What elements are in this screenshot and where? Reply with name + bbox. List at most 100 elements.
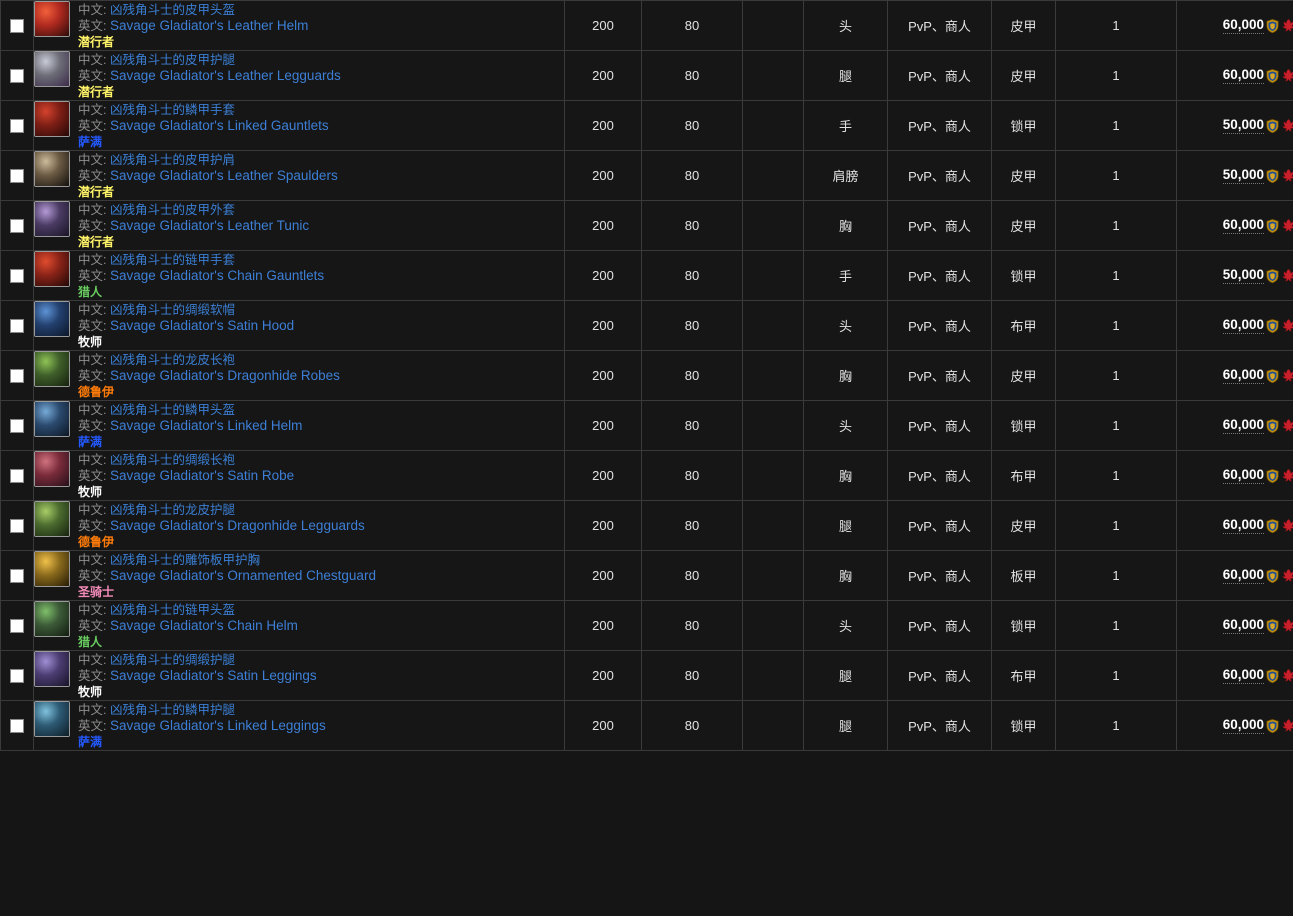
row-select-cell[interactable] bbox=[0, 0, 34, 51]
cost-amount[interactable]: 60,000 bbox=[1222, 717, 1264, 734]
cost-amount[interactable]: 60,000 bbox=[1222, 417, 1264, 434]
item-name-cn-link[interactable]: 凶残角斗士的龙皮护腿 bbox=[110, 503, 235, 517]
row-checkbox[interactable] bbox=[10, 19, 24, 34]
item-name-en-link[interactable]: Savage Gladiator's Satin Robe bbox=[110, 468, 294, 483]
required-level-cell: 80 bbox=[641, 250, 743, 301]
item-icon[interactable] bbox=[34, 501, 70, 537]
cost-amount[interactable]: 60,000 bbox=[1222, 367, 1264, 384]
item-name-cn-link[interactable]: 凶残角斗士的雕饰板甲护胸 bbox=[110, 553, 260, 567]
item-name-en-link[interactable]: Savage Gladiator's Dragonhide Legguards bbox=[110, 518, 365, 533]
row-checkbox[interactable] bbox=[10, 569, 24, 584]
row-select-cell[interactable] bbox=[0, 500, 34, 551]
item-name-en-link[interactable]: Savage Gladiator's Dragonhide Robes bbox=[110, 368, 340, 383]
alliance-shield-icon bbox=[1266, 318, 1279, 333]
item-icon[interactable] bbox=[34, 551, 70, 587]
row-checkbox[interactable] bbox=[10, 219, 24, 234]
item-name-cn-link[interactable]: 凶残角斗士的皮甲护肩 bbox=[110, 153, 235, 167]
row-select-cell[interactable] bbox=[0, 700, 34, 751]
item-icon[interactable] bbox=[34, 101, 70, 137]
item-name-cn-link[interactable]: 凶残角斗士的链甲头盔 bbox=[110, 603, 235, 617]
cost-amount[interactable]: 60,000 bbox=[1222, 217, 1264, 234]
item-icon[interactable] bbox=[34, 201, 70, 237]
item-name-cn-link[interactable]: 凶残角斗士的皮甲外套 bbox=[110, 203, 235, 217]
row-select-cell[interactable] bbox=[0, 550, 34, 601]
table-row: 中文: 凶残角斗士的雕饰板甲护胸 英文: Savage Gladiator's O… bbox=[0, 550, 1293, 601]
item-name-cn-link[interactable]: 凶残角斗士的鳞甲护腿 bbox=[110, 703, 235, 717]
item-name-en-link[interactable]: Savage Gladiator's Satin Leggings bbox=[110, 668, 317, 683]
item-name-cn-link[interactable]: 凶残角斗士的鳞甲手套 bbox=[110, 103, 235, 117]
item-name-cn-link[interactable]: 凶残角斗士的皮甲护腿 bbox=[110, 53, 235, 67]
row-select-cell[interactable] bbox=[0, 650, 34, 701]
item-icon[interactable] bbox=[34, 601, 70, 637]
item-name-en-link[interactable]: Savage Gladiator's Ornamented Chestguard bbox=[110, 568, 376, 583]
row-checkbox[interactable] bbox=[10, 319, 24, 334]
item-name-en-link[interactable]: Savage Gladiator's Satin Hood bbox=[110, 318, 294, 333]
item-name-cn-link[interactable]: 凶残角斗士的绸缎长袍 bbox=[110, 453, 235, 467]
cost-amount[interactable]: 60,000 bbox=[1222, 617, 1264, 634]
row-select-cell[interactable] bbox=[0, 600, 34, 651]
source-cell: PvP、商人 bbox=[887, 100, 992, 151]
row-checkbox[interactable] bbox=[10, 269, 24, 284]
row-select-cell[interactable] bbox=[0, 400, 34, 451]
row-checkbox[interactable] bbox=[10, 119, 24, 134]
item-name-en-link[interactable]: Savage Gladiator's Leather Helm bbox=[110, 18, 308, 33]
row-checkbox[interactable] bbox=[10, 69, 24, 84]
cost-amount[interactable]: 60,000 bbox=[1222, 17, 1264, 34]
cost-amount[interactable]: 60,000 bbox=[1222, 567, 1264, 584]
row-select-cell[interactable] bbox=[0, 250, 34, 301]
item-icon[interactable] bbox=[34, 451, 70, 487]
cost-amount[interactable]: 60,000 bbox=[1222, 67, 1264, 84]
item-icon[interactable] bbox=[34, 701, 70, 737]
item-name-cn-link[interactable]: 凶残角斗士的龙皮长袍 bbox=[110, 353, 235, 367]
item-name-en-link[interactable]: Savage Gladiator's Leather Legguards bbox=[110, 68, 341, 83]
row-select-cell[interactable] bbox=[0, 100, 34, 151]
row-checkbox[interactable] bbox=[10, 719, 24, 734]
cost-amount[interactable]: 50,000 bbox=[1222, 267, 1264, 284]
item-cell: 中文: 凶残角斗士的雕饰板甲护胸 英文: Savage Gladiator's O… bbox=[33, 550, 565, 601]
item-name-cn-link[interactable]: 凶残角斗士的链甲手套 bbox=[110, 253, 235, 267]
item-name-cn-link[interactable]: 凶残角斗士的绸缎护腿 bbox=[110, 653, 235, 667]
item-icon[interactable] bbox=[34, 301, 70, 337]
item-name-en-link[interactable]: Savage Gladiator's Linked Gauntlets bbox=[110, 118, 329, 133]
item-name-cn-link[interactable]: 凶残角斗士的鳞甲头盔 bbox=[110, 403, 235, 417]
item-name-en-link[interactable]: Savage Gladiator's Linked Helm bbox=[110, 418, 302, 433]
row-select-cell[interactable] bbox=[0, 50, 34, 101]
item-name-en-link[interactable]: Savage Gladiator's Chain Helm bbox=[110, 618, 298, 633]
row-checkbox[interactable] bbox=[10, 469, 24, 484]
row-select-cell[interactable] bbox=[0, 350, 34, 401]
item-icon[interactable] bbox=[34, 651, 70, 687]
row-select-cell[interactable] bbox=[0, 200, 34, 251]
quantity-cell: 1 bbox=[1055, 700, 1177, 751]
item-name-en-link[interactable]: Savage Gladiator's Leather Tunic bbox=[110, 218, 309, 233]
row-select-cell[interactable] bbox=[0, 300, 34, 351]
cost-amount[interactable]: 50,000 bbox=[1222, 167, 1264, 184]
cost-amount[interactable]: 60,000 bbox=[1222, 667, 1264, 684]
required-level-cell: 80 bbox=[641, 650, 743, 701]
row-select-cell[interactable] bbox=[0, 450, 34, 501]
item-icon[interactable] bbox=[34, 351, 70, 387]
row-checkbox[interactable] bbox=[10, 669, 24, 684]
row-checkbox[interactable] bbox=[10, 169, 24, 184]
item-icon[interactable] bbox=[34, 251, 70, 287]
row-checkbox[interactable] bbox=[10, 619, 24, 634]
item-icon[interactable] bbox=[34, 1, 70, 37]
item-icon[interactable] bbox=[34, 51, 70, 87]
cost-amount[interactable]: 60,000 bbox=[1222, 517, 1264, 534]
item-icon[interactable] bbox=[34, 401, 70, 437]
cost-amount[interactable]: 60,000 bbox=[1222, 467, 1264, 484]
quantity-cell: 1 bbox=[1055, 600, 1177, 651]
armor-type-cell: 布甲 bbox=[991, 450, 1056, 501]
cost-amount[interactable]: 50,000 bbox=[1222, 117, 1264, 134]
horde-emblem-icon bbox=[1282, 368, 1293, 382]
item-name-cn-link[interactable]: 凶残角斗士的绸缎软帽 bbox=[110, 303, 235, 317]
item-name-en-link[interactable]: Savage Gladiator's Chain Gauntlets bbox=[110, 268, 324, 283]
row-checkbox[interactable] bbox=[10, 519, 24, 534]
item-icon[interactable] bbox=[34, 151, 70, 187]
item-name-en-link[interactable]: Savage Gladiator's Leather Spaulders bbox=[110, 168, 338, 183]
item-name-en-link[interactable]: Savage Gladiator's Linked Leggings bbox=[110, 718, 326, 733]
row-checkbox[interactable] bbox=[10, 419, 24, 434]
cost-amount[interactable]: 60,000 bbox=[1222, 317, 1264, 334]
row-checkbox[interactable] bbox=[10, 369, 24, 384]
item-name-cn-link[interactable]: 凶残角斗士的皮甲头盔 bbox=[110, 3, 235, 17]
row-select-cell[interactable] bbox=[0, 150, 34, 201]
